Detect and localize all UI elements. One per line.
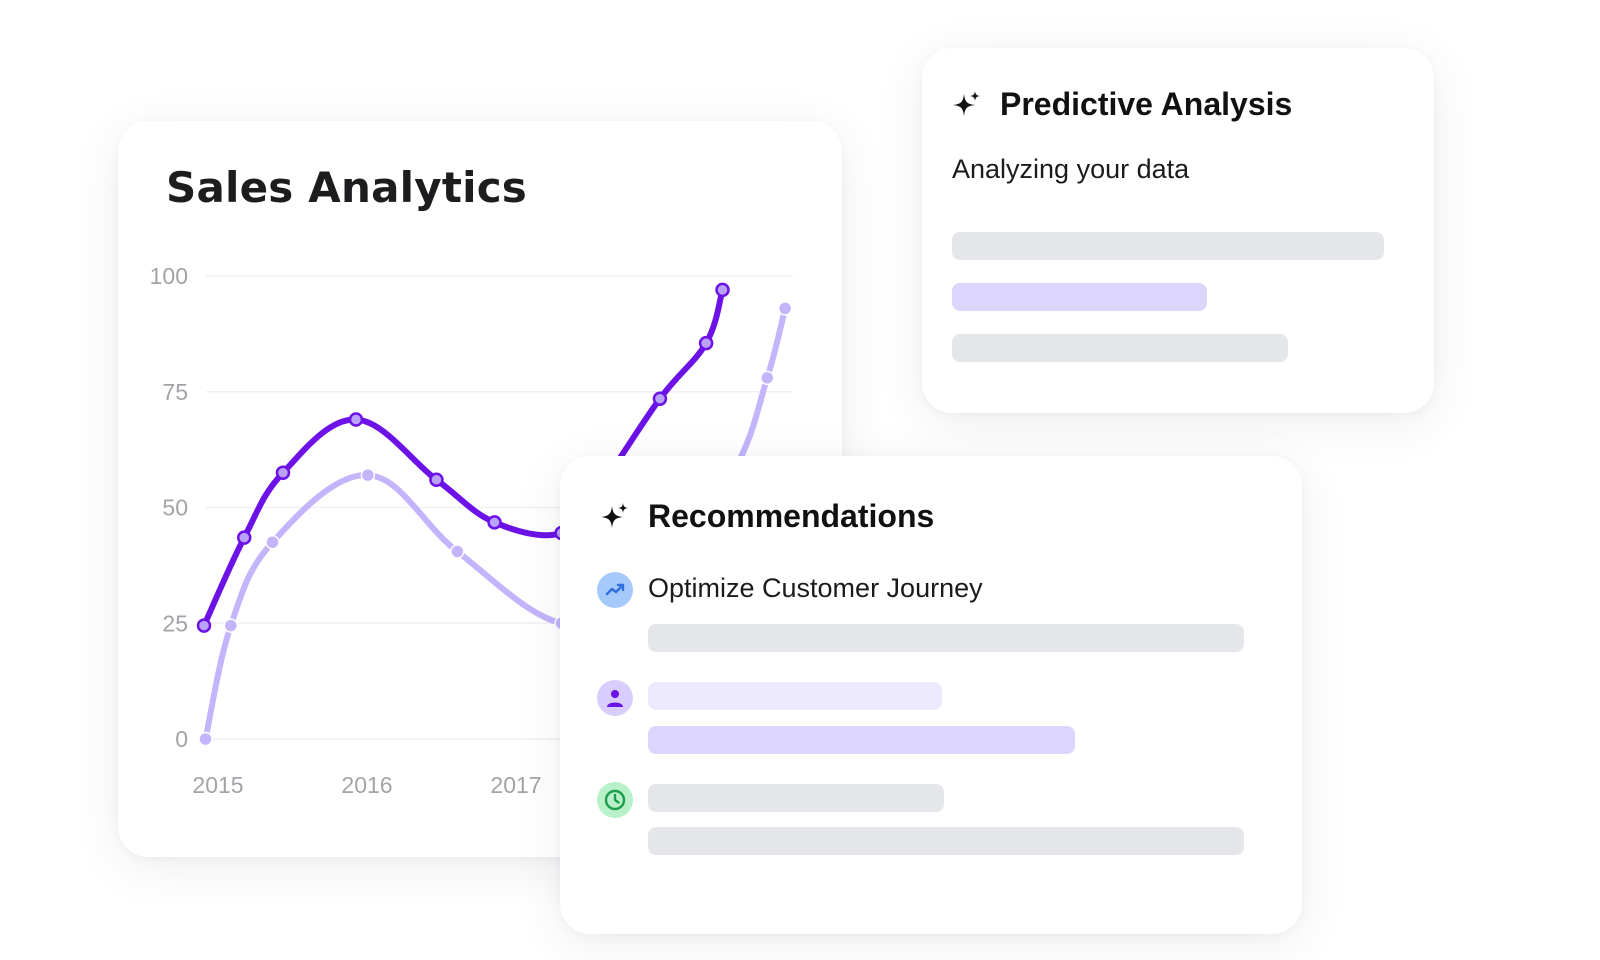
trending-up-icon	[597, 572, 633, 608]
recommendation-title[interactable]: Optimize Customer Journey	[648, 573, 983, 604]
skeleton-line	[648, 726, 1075, 754]
x-tick-label: 2016	[341, 772, 392, 798]
data-point[interactable]	[429, 472, 444, 487]
skeleton-line	[648, 784, 944, 812]
data-point[interactable]	[698, 335, 714, 351]
data-point[interactable]	[759, 370, 775, 386]
data-point[interactable]	[198, 731, 213, 747]
skeleton-line	[952, 232, 1384, 260]
y-tick-label: 75	[162, 379, 188, 405]
y-tick-label: 50	[162, 495, 188, 521]
data-point[interactable]	[265, 534, 280, 550]
y-axis: 0 25 50 75 100	[150, 263, 188, 752]
clock-icon	[597, 782, 633, 818]
data-point[interactable]	[450, 544, 465, 559]
skeleton-line	[952, 283, 1207, 311]
y-tick-label: 0	[175, 726, 188, 752]
x-tick-label: 2017	[490, 772, 541, 798]
data-point[interactable]	[715, 282, 730, 298]
recommendations-title: Recommendations	[648, 498, 935, 534]
sparkle-icon	[953, 90, 980, 116]
skeleton-line	[648, 624, 1244, 652]
skeleton-line	[648, 827, 1244, 855]
data-point[interactable]	[223, 618, 239, 633]
skeleton-line	[952, 334, 1288, 362]
predictive-analysis-subtitle: Analyzing your data	[952, 154, 1190, 184]
y-tick-label: 25	[162, 610, 188, 636]
data-point[interactable]	[652, 391, 668, 406]
data-point[interactable]	[487, 515, 502, 530]
sparkle-icon	[601, 502, 628, 528]
predictive-analysis-header: Predictive Analysis	[952, 86, 1292, 123]
x-axis: 2015 2016 2017	[192, 772, 541, 798]
y-tick-label: 100	[150, 263, 188, 289]
recommendations-card: Recommendations Optimize Customer Journe…	[560, 456, 1302, 934]
data-point[interactable]	[348, 412, 364, 427]
data-point[interactable]	[777, 301, 793, 316]
skeleton-line	[648, 682, 942, 710]
data-point[interactable]	[236, 530, 252, 545]
data-point[interactable]	[275, 465, 291, 481]
user-icon	[597, 680, 633, 716]
predictive-analysis-title: Predictive Analysis	[1000, 86, 1293, 122]
predictive-analysis-card: Predictive Analysis Analyzing your data	[922, 48, 1434, 413]
x-tick-label: 2015	[192, 772, 243, 798]
recommendations-header: Recommendations	[600, 498, 934, 535]
sales-analytics-title: Sales Analytics	[166, 163, 527, 212]
data-point[interactable]	[360, 467, 376, 483]
data-point[interactable]	[196, 618, 212, 633]
